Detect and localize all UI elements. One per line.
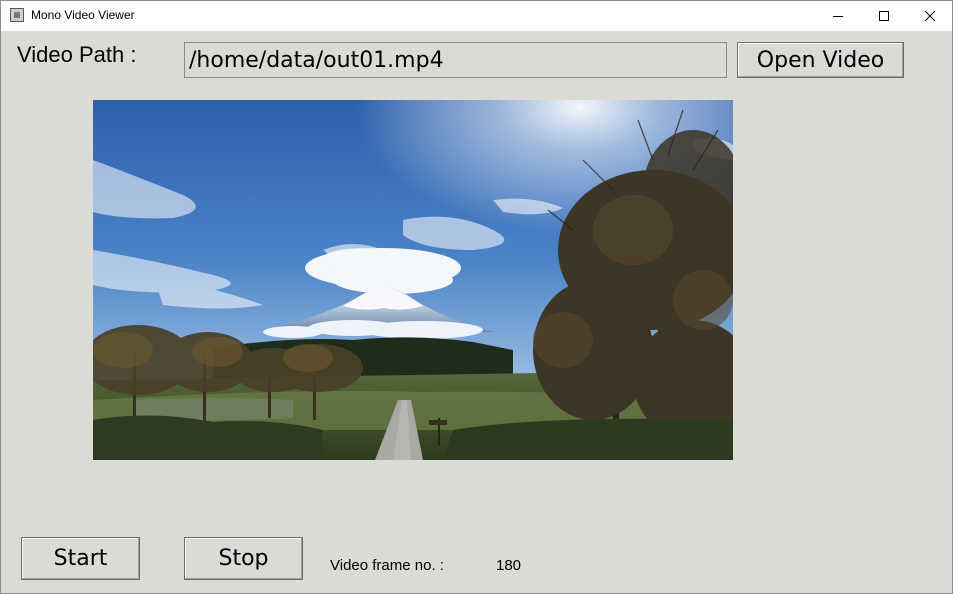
minimize-button[interactable]	[815, 1, 861, 31]
close-icon	[924, 10, 936, 22]
title-bar[interactable]: Mono Video Viewer	[1, 1, 952, 31]
video-frame-label: Video frame no. :	[330, 557, 444, 574]
app-window-icon	[10, 8, 24, 22]
open-video-button[interactable]: Open Video	[737, 42, 904, 78]
maximize-icon	[879, 11, 889, 21]
video-path-input[interactable]	[184, 42, 727, 78]
maximize-button[interactable]	[861, 1, 907, 31]
video-path-label: Video Path :	[17, 42, 137, 67]
video-frame-image	[93, 100, 733, 460]
video-frame-value: 180	[496, 557, 522, 574]
video-frame-display	[93, 100, 733, 460]
minimize-icon	[833, 16, 843, 17]
start-button[interactable]: Start	[21, 537, 140, 580]
close-button[interactable]	[907, 1, 952, 31]
app-window: Mono Video Viewer Video Path : Open Vide…	[0, 0, 953, 594]
stop-button[interactable]: Stop	[184, 537, 303, 580]
window-title: Mono Video Viewer	[31, 8, 135, 22]
